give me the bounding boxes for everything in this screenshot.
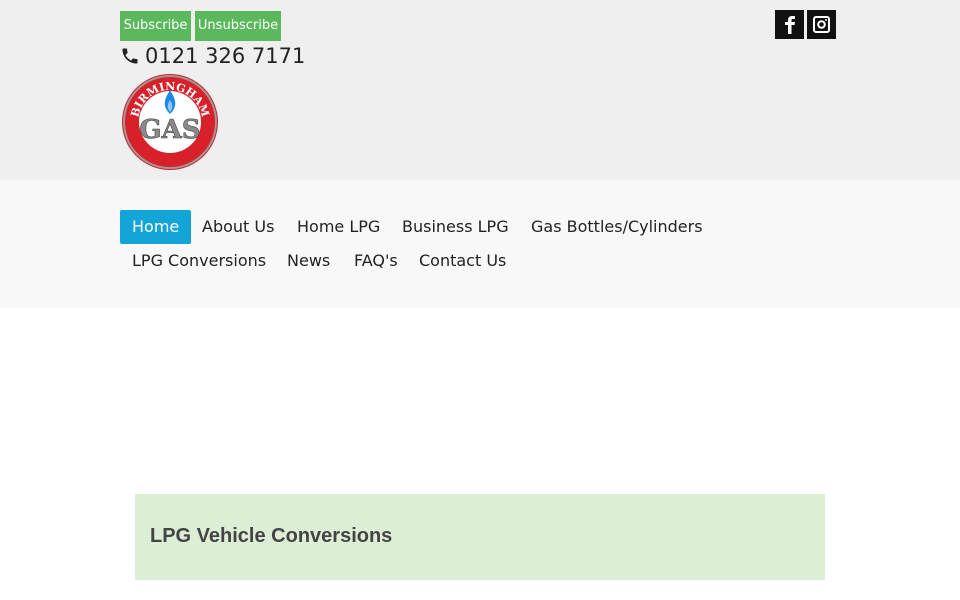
nav-item-lpg-conversions[interactable]: LPG Conversions (120, 244, 278, 278)
subscribe-button[interactable]: Subscribe (120, 11, 191, 41)
nav-item-business-lpg[interactable]: Business LPG (390, 210, 521, 244)
site-header: Subscribe Unsubscribe 0121 326 7171 BIRM… (0, 0, 960, 180)
main-nav: Home About Us Home LPG Business LPG Gas … (0, 180, 960, 308)
nav-item-news[interactable]: News (275, 244, 342, 278)
nav-item-contact-us[interactable]: Contact Us (407, 244, 518, 278)
facebook-icon (784, 15, 795, 34)
logo-center-text: GAS (139, 115, 200, 145)
phone-text: 0121 326 7171 (145, 44, 306, 68)
instagram-icon (813, 16, 830, 33)
facebook-link[interactable] (775, 10, 804, 39)
instagram-link[interactable] (807, 10, 836, 39)
section-title: LPG Vehicle Conversions (150, 525, 393, 547)
nav-item-faqs[interactable]: FAQ's (342, 244, 410, 278)
nav-item-home-lpg[interactable]: Home LPG (285, 210, 392, 244)
nav-item-about-us[interactable]: About Us (190, 210, 286, 244)
phone-icon (122, 48, 138, 64)
nav-item-home[interactable]: Home (120, 210, 192, 244)
unsubscribe-button[interactable]: Unsubscribe (195, 11, 281, 41)
section-banner: LPG Vehicle Conversions (135, 494, 825, 580)
phone-number[interactable]: 0121 326 7171 (120, 42, 305, 70)
nav-item-gas-bottles[interactable]: Gas Bottles/Cylinders (519, 210, 715, 244)
birmingham-gas-auto-logo[interactable]: BIRMINGHAM AUTO GAS (120, 72, 220, 172)
